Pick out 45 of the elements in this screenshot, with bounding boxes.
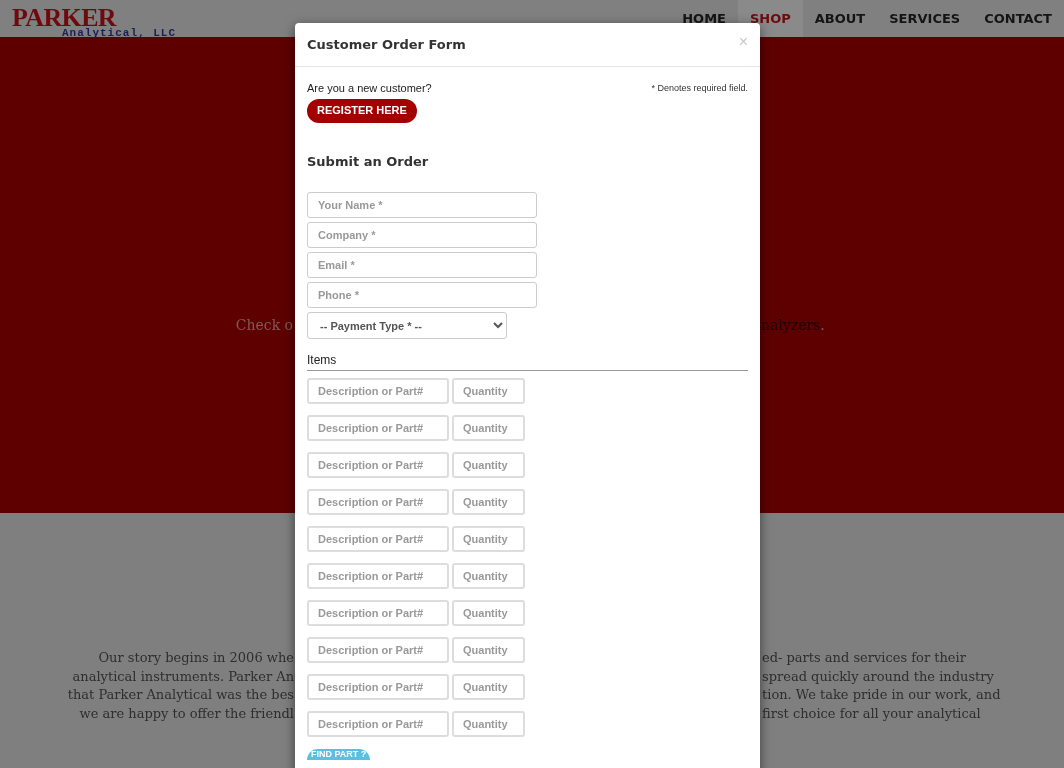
story-text: ed- parts and services for their (761, 649, 966, 667)
logo[interactable]: PARKER Analytical, LLC (0, 0, 177, 37)
register-button[interactable]: REGISTER HERE (307, 98, 417, 123)
story-text: tion. We take pride in our work, and (761, 686, 1001, 704)
hero-text: Check o (235, 316, 294, 335)
quantity-field[interactable]: Quantity (452, 563, 525, 589)
text-field[interactable]: Phone * (307, 282, 537, 308)
description-field[interactable]: Description or Part# (307, 674, 449, 700)
description-field[interactable]: Description or Part# (307, 526, 449, 552)
story-text: spread quickly around the industry (761, 667, 994, 686)
quantity-field[interactable]: Quantity (452, 452, 525, 478)
required-note: * Denotes required field. (651, 82, 748, 95)
hero-text: . (820, 316, 825, 335)
quantity-field[interactable]: Quantity (452, 378, 525, 404)
quantity-field[interactable]: Quantity (452, 526, 525, 552)
dialog-title: Customer Order Form (307, 35, 466, 54)
story-text: that Parker Analytical was the bes (67, 686, 294, 704)
text-field[interactable]: Company * (307, 222, 537, 248)
quantity-field[interactable]: Quantity (452, 600, 525, 626)
payment-select[interactable]: -- Payment Type * -- (307, 312, 507, 339)
nav-link[interactable]: CONTACT (972, 0, 1064, 37)
text-field[interactable]: Your Name * (307, 192, 537, 218)
items-heading: Items (307, 351, 748, 371)
section-title: Submit an Order (307, 152, 429, 171)
description-field[interactable]: Description or Part# (307, 415, 449, 441)
story-text: analytical instruments. Parker An (72, 667, 294, 686)
description-field[interactable]: Description or Part# (307, 711, 449, 737)
description-field[interactable]: Description or Part# (307, 489, 449, 515)
story-text: we are happy to offer the friendl (79, 704, 294, 723)
story-text: Our story begins in 2006 whe (98, 649, 294, 667)
description-field[interactable]: Description or Part# (307, 600, 449, 626)
description-field[interactable]: Description or Part# (307, 452, 449, 478)
quantity-field[interactable]: Quantity (452, 489, 525, 515)
description-field[interactable]: Description or Part# (307, 563, 449, 589)
description-field[interactable]: Description or Part# (307, 378, 449, 404)
description-field[interactable]: Description or Part# (307, 637, 449, 663)
text-field[interactable]: Email * (307, 252, 537, 278)
quantity-field[interactable]: Quantity (452, 674, 525, 700)
nav-link[interactable]: ABOUT (802, 0, 878, 37)
story-text: first choice for all your analytical (761, 704, 981, 723)
nav-link[interactable]: SERVICES (877, 0, 973, 37)
new-customer-text: Are you a new customer? (307, 81, 432, 96)
quantity-field[interactable]: Quantity (452, 637, 525, 663)
quantity-field[interactable]: Quantity (452, 415, 525, 441)
quantity-field[interactable]: Quantity (452, 711, 525, 737)
